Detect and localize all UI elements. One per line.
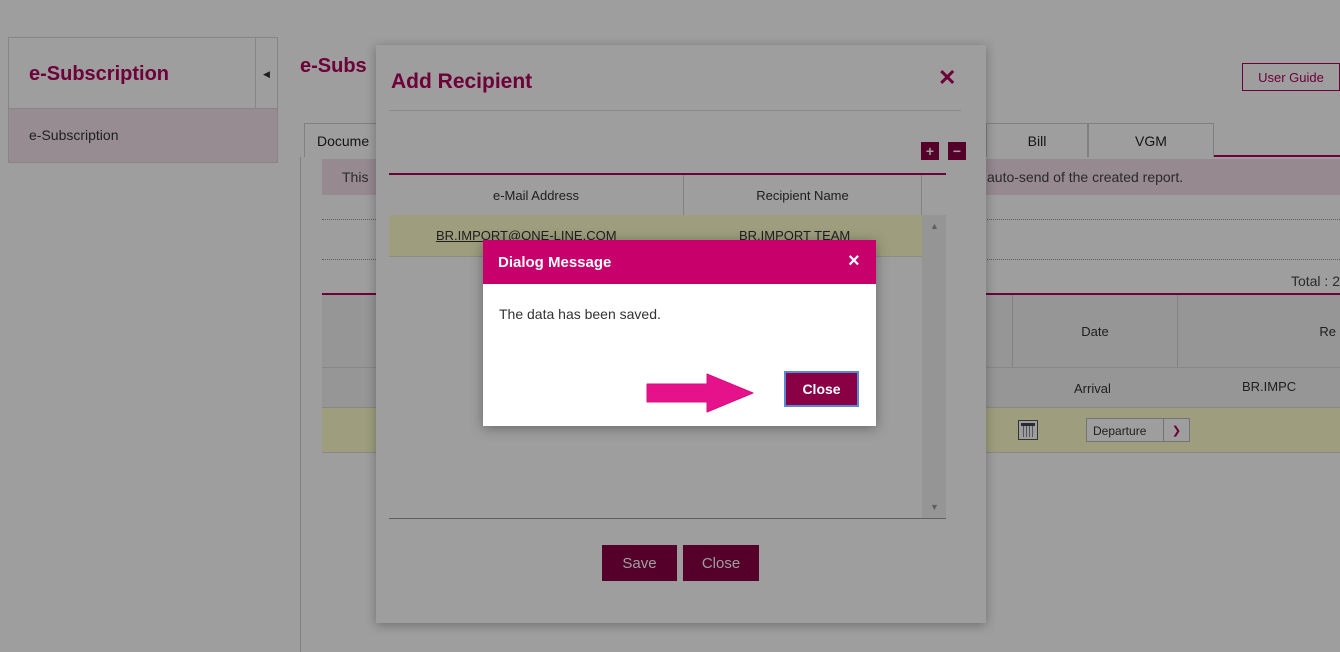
close-icon[interactable]: × [848,250,860,273]
dialog-title: Dialog Message [498,254,612,271]
dialog-message-text: The data has been saved. [499,306,661,322]
arrow-right-icon [646,373,754,413]
dialog-close-button[interactable]: Close [784,371,859,407]
dialog-header: Dialog Message × [483,240,876,284]
